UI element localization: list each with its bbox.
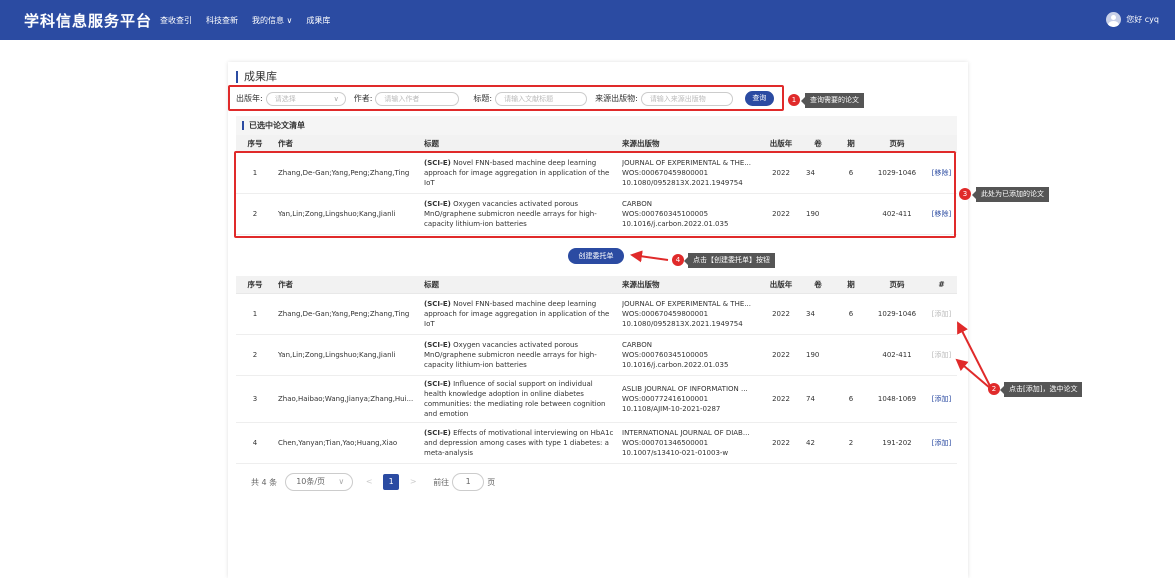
page-size-select[interactable]: 10条/页 <box>285 473 354 491</box>
arrow-to-add-2 <box>955 358 991 389</box>
page-unit-label: 页 <box>487 477 496 487</box>
pagination: 共 4 条 10条/页 < 1 > 前往 1 页 <box>251 473 495 491</box>
annotation-arrows <box>630 250 991 389</box>
goto-page-input[interactable]: 1 <box>452 473 485 491</box>
arrow-to-create <box>630 250 669 263</box>
page-number-current[interactable]: 1 <box>383 474 400 490</box>
prev-page-icon[interactable]: < <box>361 474 377 490</box>
arrow-to-add-1 <box>957 321 991 387</box>
next-page-icon[interactable]: > <box>405 474 421 490</box>
goto-label: 前往 <box>433 477 450 487</box>
total-count: 共 4 条 <box>251 477 278 487</box>
